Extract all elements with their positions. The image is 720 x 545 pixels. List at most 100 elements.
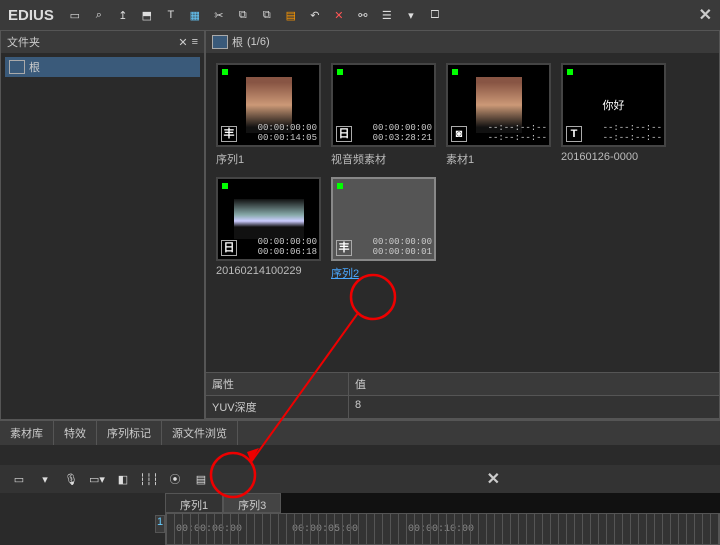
link-icon[interactable]: ⚯ — [354, 6, 372, 24]
丰-type-icon: 丰 — [221, 126, 237, 142]
briefcase-icon[interactable]: 🞏 — [426, 6, 444, 24]
folder-icon[interactable]: ▭ — [66, 6, 84, 24]
list-icon[interactable]: ▤ — [192, 470, 210, 488]
clip-label[interactable]: 20160126-0000 — [561, 151, 666, 163]
paste-icon[interactable]: ⧉ — [258, 6, 276, 24]
scissors-icon[interactable]: ✂ — [210, 6, 228, 24]
header-attribute: 属性 — [206, 373, 349, 395]
clip-item[interactable]: 丰 00:00:00:0000:00:14:05 序列1 — [216, 63, 321, 167]
timeline-tab[interactable]: 序列1 — [165, 493, 223, 513]
status-dot — [452, 69, 458, 75]
mixer-icon[interactable]: ┆┆┆ — [140, 470, 158, 488]
clip-label[interactable]: 20160214100229 — [216, 265, 321, 277]
folder-icon — [212, 35, 228, 49]
record-icon[interactable]: ⦿ — [166, 470, 184, 488]
clip-timecode: --:--:--:----:--:--:-- — [488, 123, 547, 143]
separator — [0, 445, 720, 465]
clip-label[interactable]: 视音频素材 — [331, 151, 436, 167]
bottom-tab[interactable]: 序列标记 — [97, 421, 162, 445]
clip-timecode: --:--:--:----:--:--:-- — [603, 123, 662, 143]
top-toolbar: EDIUS ▭ ⌕ ↥ ⬒ T ▦ ✂ ⧉ ⧉ ▤ ↶ ✕ ⚯ ☰ ▾ 🞏 ✕ — [0, 0, 720, 30]
clip-item[interactable]: 日 00:00:00:0000:00:06:18 20160214100229 — [216, 177, 321, 281]
properties-pane: 属性 值 YUV深度 8 — [206, 372, 719, 419]
status-dot — [337, 69, 343, 75]
app-brand: EDIUS — [8, 7, 54, 24]
clip-thumbnail: 日 00:00:00:0000:03:28:21 — [331, 63, 436, 147]
status-dot — [222, 69, 228, 75]
camera-type-icon: ◙ — [451, 126, 467, 142]
clip-label[interactable]: 素材1 — [446, 151, 551, 167]
timeline-tab[interactable]: 序列3 — [223, 493, 281, 513]
clip-thumbnail: ◙ --:--:--:----:--:--:-- — [446, 63, 551, 147]
folder-icon — [9, 60, 25, 74]
clip-item[interactable]: 丰 00:00:00:0000:00:00:01 序列2 — [331, 177, 436, 281]
clip-label[interactable]: 序列2 — [331, 265, 436, 281]
dropdown-icon[interactable]: ▾ — [36, 470, 54, 488]
bin-header: 根 (1/6) — [206, 31, 719, 53]
folder-tree: 根 — [1, 53, 204, 419]
bin-header-count: (1/6) — [247, 36, 270, 48]
日-type-icon: 日 — [221, 240, 237, 256]
text-tool-icon[interactable]: T — [162, 6, 180, 24]
clip-thumbnail: 丰 00:00:00:0000:00:14:05 — [216, 63, 321, 147]
track-number[interactable]: 1 — [155, 515, 165, 533]
toolbar-icons: ▭ ⌕ ↥ ⬒ T ▦ ✂ ⧉ ⧉ ▤ ↶ ✕ ⚯ ☰ ▾ 🞏 — [66, 6, 444, 24]
T-type-icon: T — [566, 126, 582, 142]
timeline-panel: ▭ ▾ 🎙 ▭▾ ◧ ┆┆┆ ⦿ ▤ ✕ 序列1序列3 1 00:00:00:0… — [0, 465, 720, 545]
status-dot — [222, 183, 228, 189]
property-value: 8 — [349, 396, 367, 418]
header-value: 值 — [349, 373, 372, 395]
clip-item[interactable]: 日 00:00:00:0000:03:28:21 视音频素材 — [331, 63, 436, 167]
clip-thumbnail: 你好 T --:--:--:----:--:--:-- — [561, 63, 666, 147]
menu-icon[interactable]: ▾ — [402, 6, 420, 24]
clip-label[interactable]: 序列1 — [216, 151, 321, 167]
bottom-tabs: 素材库特效序列标记源文件浏览 — [0, 420, 720, 445]
timeline-close-icon[interactable]: ✕ — [487, 469, 500, 489]
monitor-icon[interactable]: ▭▾ — [88, 470, 106, 488]
ruler-marks — [166, 514, 719, 544]
delete-icon[interactable]: ✕ — [330, 6, 348, 24]
tree-root-item[interactable]: 根 — [5, 57, 200, 77]
status-dot — [567, 69, 573, 75]
panel-close-icon[interactable]: ✕ — [178, 36, 187, 49]
timeline-toolbar: ▭ ▾ 🎙 ▭▾ ◧ ┆┆┆ ⦿ ▤ ✕ — [0, 465, 720, 493]
clip-item[interactable]: ◙ --:--:--:----:--:--:-- 素材1 — [446, 63, 551, 167]
mic-icon[interactable]: 🎙 — [62, 470, 80, 488]
timeline-tabs: 序列1序列3 — [165, 493, 720, 513]
search-icon[interactable]: ⌕ — [90, 6, 108, 24]
bin-header-label: 根 — [232, 34, 243, 50]
timeline-ruler[interactable]: 00:00:00:00 00:00:05:00 00:00:10:00 — [165, 513, 720, 545]
folder-panel-title: 文件夹 — [7, 34, 40, 50]
property-row: YUV深度 8 — [206, 396, 719, 419]
bottom-tab[interactable]: 特效 — [54, 421, 97, 445]
list-icon[interactable]: ☰ — [378, 6, 396, 24]
bin-panel: 根 (1/6) 丰 00:00:00:0000:00:14:05 序列1 日 00:00… — [205, 30, 720, 420]
clip-thumbnail: 日 00:00:00:0000:00:06:18 — [216, 177, 321, 261]
clip-overlay-text: 你好 — [603, 97, 625, 113]
color-swatch-icon[interactable]: ▦ — [186, 6, 204, 24]
clip-item[interactable]: 你好 T --:--:--:----:--:--:-- 20160126-0000 — [561, 63, 666, 167]
close-icon[interactable]: ✕ — [699, 5, 712, 25]
undo-icon[interactable]: ↶ — [306, 6, 324, 24]
clip-icon[interactable]: ▭ — [10, 470, 28, 488]
丰-type-icon: 丰 — [336, 240, 352, 256]
main-area: 文件夹 ✕ ≡ 根 根 (1/6) 丰 00:00:00:0000:00:14:0… — [0, 30, 720, 420]
clip-timecode: 00:00:00:0000:00:06:18 — [258, 237, 317, 257]
bottom-tab[interactable]: 素材库 — [0, 421, 54, 445]
clip-timecode: 00:00:00:0000:03:28:21 — [373, 123, 432, 143]
clip-grid: 丰 00:00:00:0000:00:14:05 序列1 日 00:00:00:0000… — [206, 53, 719, 372]
property-name: YUV深度 — [206, 396, 349, 418]
clip-timecode: 00:00:00:0000:00:14:05 — [258, 123, 317, 143]
日-type-icon: 日 — [336, 126, 352, 142]
panel-menu-icon[interactable]: ≡ — [192, 36, 198, 48]
in-icon[interactable]: ⬒ — [138, 6, 156, 24]
clip-thumbnail: 丰 00:00:00:0000:00:00:01 — [331, 177, 436, 261]
clip-timecode: 00:00:00:0000:00:00:01 — [373, 237, 432, 257]
toggle-icon[interactable]: ◧ — [114, 470, 132, 488]
bottom-tab[interactable]: 源文件浏览 — [162, 421, 238, 445]
copy-icon[interactable]: ⧉ — [234, 6, 252, 24]
folder-panel: 文件夹 ✕ ≡ 根 — [0, 30, 205, 420]
properties-header: 属性 值 — [206, 373, 719, 396]
layers-icon[interactable]: ▤ — [282, 6, 300, 24]
up-icon[interactable]: ↥ — [114, 6, 132, 24]
